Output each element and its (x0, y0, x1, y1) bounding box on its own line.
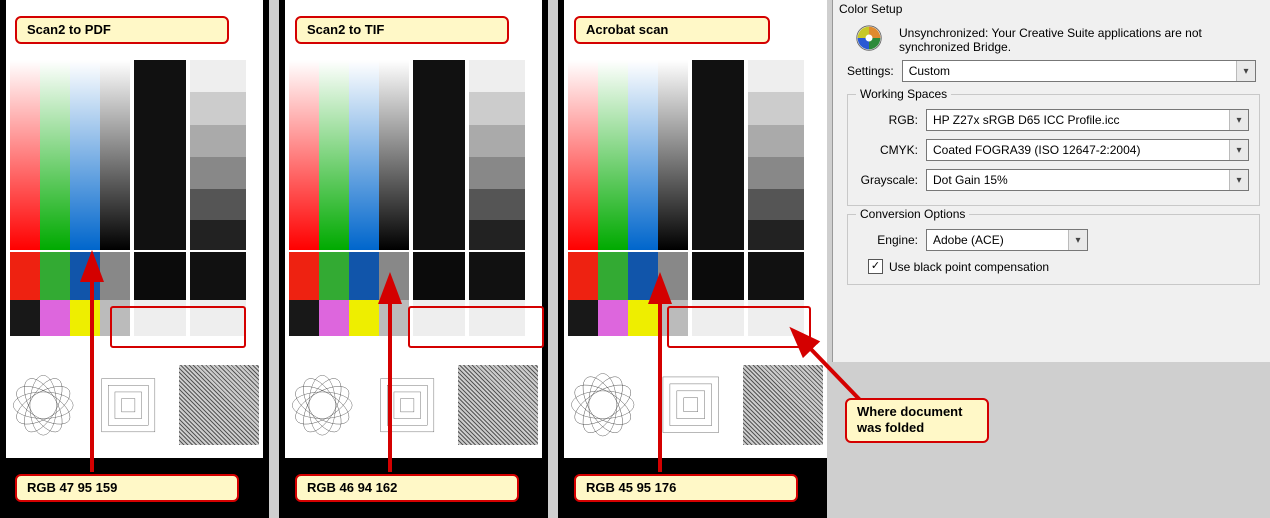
panel-title: Color Setup (833, 0, 1270, 18)
settings-label: Settings: (847, 64, 894, 78)
callout-scan-title-2: Scan2 to TIF (295, 16, 509, 44)
unsynchronized-warning-text: Unsynchronized: Your Creative Suite appl… (899, 24, 1256, 54)
grayscale-label: Grayscale: (858, 173, 918, 187)
callout-scan-title-3: Acrobat scan (574, 16, 770, 44)
grayscale-select-value: Dot Gain 15% (927, 173, 1229, 187)
callout-fold-note: Where document was folded (845, 398, 989, 443)
color-setup-panel: Color Setup Unsynchronized: Your Creativ… (832, 0, 1270, 362)
chevron-down-icon (1236, 61, 1255, 81)
working-spaces-legend: Working Spaces (856, 87, 951, 101)
settings-select-value: Custom (903, 64, 1236, 78)
grayscale-select[interactable]: Dot Gain 15% (926, 169, 1249, 191)
callout-scan-title-1: Scan2 to PDF (15, 16, 229, 44)
working-spaces-group: Working Spaces RGB: HP Z27x sRGB D65 ICC… (847, 94, 1260, 206)
chevron-down-icon (1229, 110, 1248, 130)
chevron-down-icon (1068, 230, 1087, 250)
conversion-options-group: Conversion Options Engine: Adobe (ACE) ✓… (847, 214, 1260, 285)
cmyk-select[interactable]: Coated FOGRA39 (ISO 12647-2:2004) (926, 139, 1249, 161)
chevron-down-icon (1229, 140, 1248, 160)
checkbox-icon: ✓ (868, 259, 883, 274)
scan-column-3 (558, 0, 827, 518)
engine-select-value: Adobe (ACE) (927, 233, 1068, 247)
cmyk-label: CMYK: (858, 143, 918, 157)
chevron-down-icon (1229, 170, 1248, 190)
rgb-label: RGB: (858, 113, 918, 127)
scan-image-area (6, 0, 263, 458)
scan-column-2 (279, 0, 548, 518)
engine-label: Engine: (858, 233, 918, 247)
black-point-compensation-checkbox[interactable]: ✓ Use black point compensation (858, 255, 1249, 274)
conversion-options-legend: Conversion Options (856, 207, 969, 221)
scan-image-area (285, 0, 542, 458)
cmyk-select-value: Coated FOGRA39 (ISO 12647-2:2004) (927, 143, 1229, 157)
settings-select[interactable]: Custom (902, 60, 1256, 82)
engine-select[interactable]: Adobe (ACE) (926, 229, 1088, 251)
callout-rgb-value-1: RGB 47 95 159 (15, 474, 239, 502)
highlight-box-2 (408, 306, 544, 348)
highlight-box-3 (667, 306, 811, 348)
callout-rgb-value-3: RGB 45 95 176 (574, 474, 798, 502)
black-point-compensation-label: Use black point compensation (889, 260, 1049, 274)
unsynchronized-icon (855, 24, 883, 52)
rgb-select-value: HP Z27x sRGB D65 ICC Profile.icc (927, 113, 1229, 127)
callout-rgb-value-2: RGB 46 94 162 (295, 474, 519, 502)
scan-image-area (564, 0, 827, 458)
highlight-box-1 (110, 306, 246, 348)
rgb-select[interactable]: HP Z27x sRGB D65 ICC Profile.icc (926, 109, 1249, 131)
scan-column-1 (0, 0, 269, 518)
